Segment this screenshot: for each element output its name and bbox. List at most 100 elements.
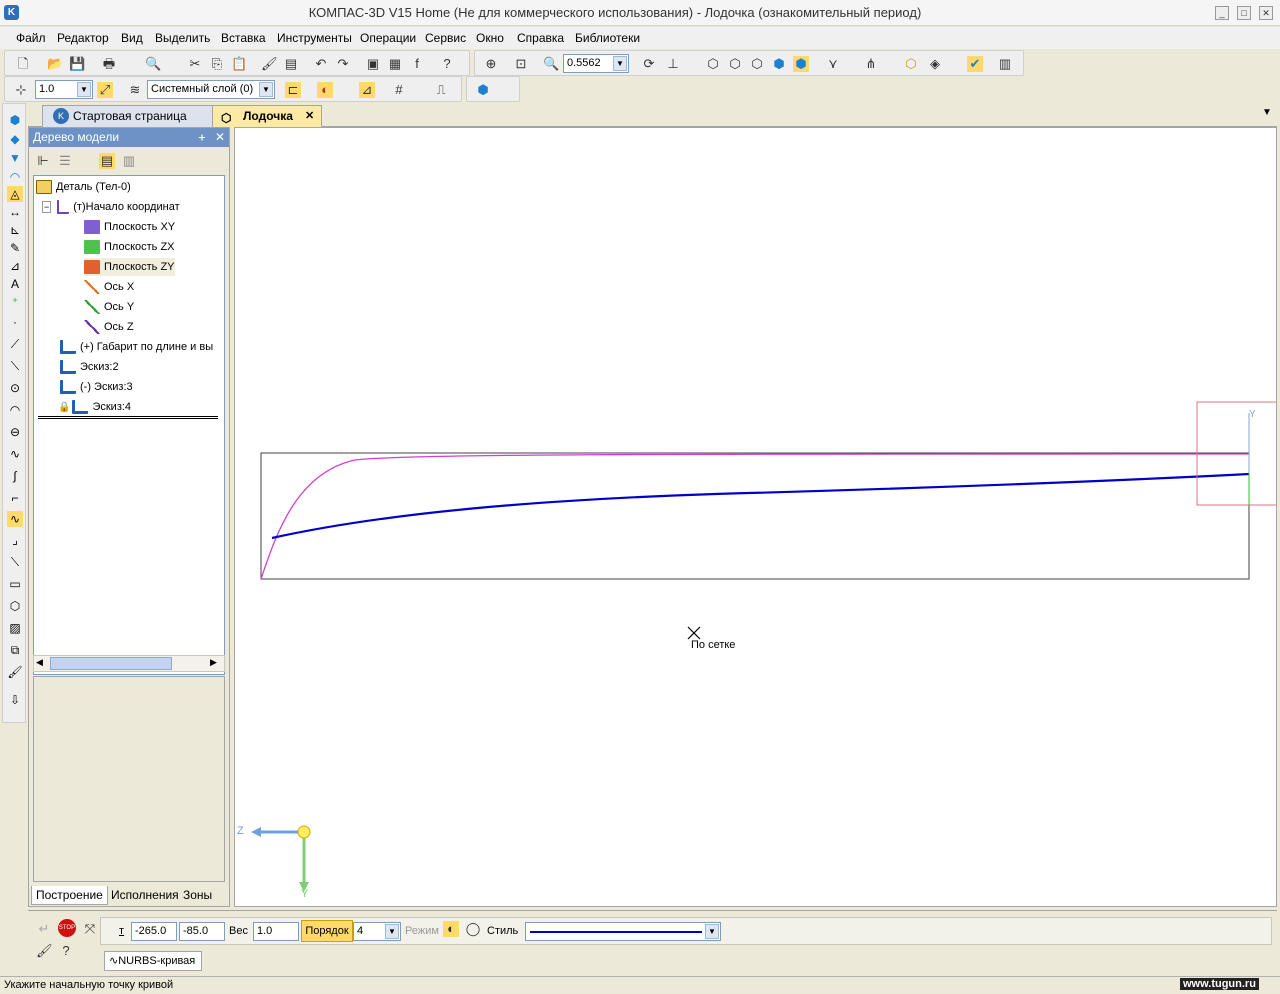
rectangle-icon[interactable]: ▭ [7,576,23,592]
tree-item-sketch-2[interactable]: Эскиз:2 [60,358,119,376]
zoom-icon[interactable]: 🔍 [543,56,559,72]
open-file-icon[interactable]: 📂 [47,56,63,72]
zoom-field[interactable]: 0.5562 ▼ [563,54,629,73]
insert-icon[interactable]: ⇩ [7,692,23,708]
dimensions-icon[interactable]: ↔ [7,204,23,220]
geometry-icon[interactable]: ◬ [7,186,23,202]
grid-snap-icon[interactable]: ⊹ [13,82,29,98]
measure-tool-icon[interactable]: ⁺ [7,294,23,310]
sketch-mode-icon[interactable]: ⊏ [285,82,301,98]
circle-icon[interactable]: ⊙ [7,380,23,396]
tree-structure-icon[interactable]: ⊩ [35,153,51,169]
tree-icon[interactable]: ▦ [387,56,403,72]
orientation-icon[interactable]: ⊥ [665,56,681,72]
bezier-icon[interactable]: ∫ [7,468,23,484]
panel-close-icon[interactable]: ✕ [215,128,225,147]
menu-libraries[interactable]: Библиотеки [575,31,640,45]
fit-icon[interactable]: ⤧ [82,921,98,937]
help-icon[interactable]: ? [439,56,455,72]
cube-yellow-icon[interactable]: ⬡ [903,56,919,72]
order-field[interactable]: 4 ▼ [353,922,401,941]
menu-file[interactable]: Файл [16,31,46,45]
scroll-left-icon[interactable]: ◀ [36,657,43,668]
tab-lodochka[interactable]: ⬡ Лодочка ✕ [212,105,322,127]
shaded-edges-icon[interactable]: ⬢ [793,56,809,72]
aux-line-icon[interactable]: ⟋ [7,336,23,352]
snap-icon[interactable]: ⋔ [863,56,879,72]
tree-scrollbar[interactable]: ◀ ▶ [33,655,225,672]
filter-tool-icon[interactable]: ▼ [7,150,23,166]
menu-service[interactable]: Сервис [425,31,466,45]
chevron-down-icon[interactable]: ▼ [705,924,719,939]
scroll-right-icon[interactable]: ▶ [210,657,217,668]
point-icon[interactable]: · [7,314,23,330]
redo-icon[interactable]: ↷ [335,56,351,72]
tree-item-sketch-4[interactable]: 🔒 Эскиз:4 [58,398,131,416]
menu-insert[interactable]: Вставка [221,31,266,45]
y-coord-field[interactable]: -85.0 [179,922,225,941]
zoom-window-icon[interactable]: ⊡ [513,56,529,72]
wireframe-icon[interactable]: ⬡ [705,56,721,72]
tree-item-axis-x[interactable]: Ось X [84,278,134,296]
format-painter-icon[interactable]: 🖌 [261,56,278,72]
chevron-down-icon[interactable]: ▼ [259,82,273,97]
layer-icon[interactable]: ≋ [127,82,143,98]
variables-icon[interactable]: f [409,56,425,72]
extrude-icon[interactable]: ⬢ [475,82,491,98]
print-icon[interactable]: 🖶 [101,56,117,72]
cut-icon[interactable]: ✂ [187,56,203,72]
chevron-down-icon[interactable]: ▼ [613,56,627,71]
menu-tools[interactable]: Инструменты [277,31,352,45]
tree-item-axis-z[interactable]: Ось Z [84,318,134,336]
paste-icon[interactable]: 📋 [231,56,247,72]
tree-item-part[interactable]: Деталь (Тел-0) [36,178,131,196]
param-icon[interactable]: ⊿ [7,258,23,274]
brush-icon[interactable]: 🖌 [7,664,23,680]
help-props-icon[interactable]: ? [58,943,74,959]
tree-list-icon[interactable]: ☰ [57,153,73,169]
grid-icon[interactable]: # [391,82,407,98]
properties-icon[interactable]: ▤ [283,56,299,72]
tree-view-icon[interactable]: ▤ [99,153,115,169]
tree-item-gabarit[interactable]: (+) Габарит по длине и вы [60,338,213,356]
ortho-icon[interactable]: ⊿ [359,82,375,98]
chevron-down-icon[interactable]: ▼ [385,924,399,939]
minimize-button[interactable]: _ [1215,6,1229,20]
filter-icon[interactable]: ⋎ [825,56,841,72]
segment-icon[interactable]: ⟍ [7,358,23,374]
measure-icon[interactable]: ▥ [997,56,1013,72]
step-field[interactable]: 1.0 ▼ [35,80,93,99]
view-mode-icon[interactable]: ✔ [967,56,983,72]
surfaces-icon[interactable]: ◠ [7,169,23,185]
copy-icon[interactable]: ⎘ [209,56,225,72]
polygon-icon[interactable]: ⬡ [7,598,23,614]
tab-start-page[interactable]: K Стартовая страница [42,105,220,127]
annotation-icon[interactable]: A [7,276,23,292]
zoom-all-icon[interactable]: ⊕ [483,56,499,72]
maximize-button[interactable]: □ [1237,6,1251,20]
tree-props-icon[interactable]: ▥ [121,153,137,169]
tab-construction[interactable]: Построение [31,886,108,905]
arc-icon[interactable]: ◠ [7,402,23,418]
tabs-menu-icon[interactable]: ▼ [1262,107,1272,118]
constraints-icon[interactable]: ⊾ [7,222,23,238]
hatch-icon[interactable]: ▨ [7,620,23,636]
rotate-icon[interactable]: ⟳ [641,56,657,72]
magnet-icon[interactable]: ◐ [317,82,333,98]
polyline-icon[interactable]: ⌐ [7,490,23,506]
chamfer-icon[interactable]: ⟍ [7,554,23,570]
ellipse-icon[interactable]: ⊖ [7,424,23,440]
menu-window[interactable]: Окно [476,31,504,45]
style-field[interactable]: ▼ [525,922,721,941]
menu-help[interactable]: Справка [517,31,564,45]
chevron-down-icon[interactable]: ▼ [77,82,91,97]
new-file-icon[interactable]: 🗋 [15,56,31,72]
close-button[interactable]: ✕ [1259,6,1273,20]
menu-operations[interactable]: Операции [360,31,416,45]
menu-select[interactable]: Выделить [155,31,210,45]
hidden-lines-icon[interactable]: ⬡ [727,56,743,72]
mode-open-icon[interactable]: ◐ [443,921,459,937]
preview-icon[interactable]: 🔍 [145,56,161,72]
pin-icon[interactable]: ᚐ [199,128,205,147]
drawing-canvas[interactable]: Y По сетке Z Y [234,127,1277,907]
